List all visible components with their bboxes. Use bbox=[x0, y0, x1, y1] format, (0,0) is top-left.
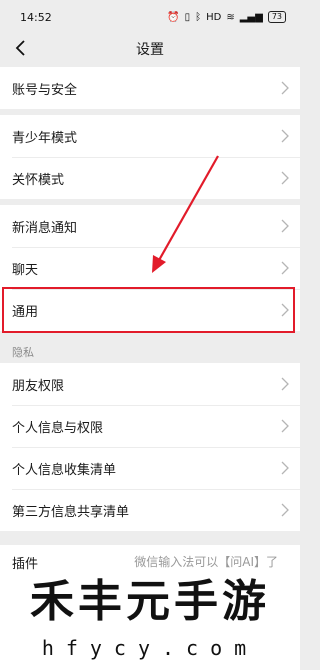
chevron-right-icon bbox=[281, 171, 289, 185]
item-label: 插件 bbox=[12, 557, 39, 572]
nav-bar: 设置 bbox=[0, 34, 300, 64]
settings-item-account-security[interactable]: 账号与安全 bbox=[0, 67, 300, 109]
status-icons: ⏰ ▯ ᛒ HD ≋ ▂▄▆ 73 bbox=[167, 11, 286, 23]
settings-item-friend-permissions[interactable]: 朋友权限 bbox=[0, 363, 300, 405]
watermark-domain: hfycy.com bbox=[41, 636, 259, 660]
privacy-group: 朋友权限 个人信息与权限 个人信息收集清单 第三方信息共享清单 bbox=[0, 363, 300, 531]
section-label-privacy: 隐私 bbox=[12, 346, 34, 359]
page-title: 设置 bbox=[136, 42, 164, 58]
modes-group: 青少年模式 关怀模式 bbox=[0, 115, 300, 199]
alarm-icon: ⏰ bbox=[167, 11, 180, 23]
item-label: 个人信息与权限 bbox=[12, 420, 104, 436]
item-label: 新消息通知 bbox=[12, 220, 78, 236]
settings-item-chat[interactable]: 聊天 bbox=[0, 247, 300, 289]
settings-item-care-mode[interactable]: 关怀模式 bbox=[0, 157, 300, 199]
battery-indicator: 73 bbox=[267, 11, 286, 23]
chevron-right-icon bbox=[281, 219, 289, 233]
settings-item-personal-info-collection[interactable]: 个人信息收集清单 bbox=[0, 447, 300, 489]
vibrate-icon: ▯ bbox=[184, 11, 191, 23]
item-label: 账号与安全 bbox=[12, 82, 78, 98]
chevron-right-icon bbox=[281, 419, 289, 433]
settings-item-new-message-notifications[interactable]: 新消息通知 bbox=[0, 205, 300, 247]
signal-icon: ▂▄▆ bbox=[239, 11, 263, 23]
bluetooth-icon: ᛒ bbox=[195, 11, 202, 23]
wifi-icon: ≋ bbox=[226, 11, 235, 23]
settings-item-third-party-sharing[interactable]: 第三方信息共享清单 bbox=[0, 489, 300, 531]
hd-icon: HD bbox=[206, 11, 222, 23]
chevron-right-icon bbox=[281, 461, 289, 475]
chevron-right-icon bbox=[281, 503, 289, 517]
status-time: 14:52 bbox=[20, 10, 52, 24]
chevron-right-icon bbox=[281, 129, 289, 143]
item-label: 聊天 bbox=[12, 262, 39, 278]
watermark-title: 禾丰元手游 bbox=[30, 576, 270, 627]
settings-item-personal-info-permissions[interactable]: 个人信息与权限 bbox=[0, 405, 300, 447]
status-bar: 14:52 ⏰ ▯ ᛒ HD ≋ ▂▄▆ 73 bbox=[0, 0, 300, 34]
item-label: 朋友权限 bbox=[12, 378, 65, 394]
watermark: 禾丰元手游 hfycy.com bbox=[0, 571, 300, 670]
account-group: 账号与安全 bbox=[0, 67, 300, 109]
item-label: 青少年模式 bbox=[12, 130, 78, 146]
settings-item-teen-mode[interactable]: 青少年模式 bbox=[0, 115, 300, 157]
chevron-right-icon bbox=[281, 377, 289, 391]
item-description: 微信输入法可以【问AI】了 bbox=[134, 555, 278, 569]
chevron-right-icon bbox=[281, 261, 289, 275]
back-arrow-icon[interactable] bbox=[10, 36, 34, 60]
item-label: 关怀模式 bbox=[12, 172, 65, 188]
item-label: 个人信息收集清单 bbox=[12, 462, 117, 478]
chevron-right-icon bbox=[281, 81, 289, 95]
item-label: 第三方信息共享清单 bbox=[12, 504, 130, 520]
highlight-box bbox=[2, 287, 295, 333]
